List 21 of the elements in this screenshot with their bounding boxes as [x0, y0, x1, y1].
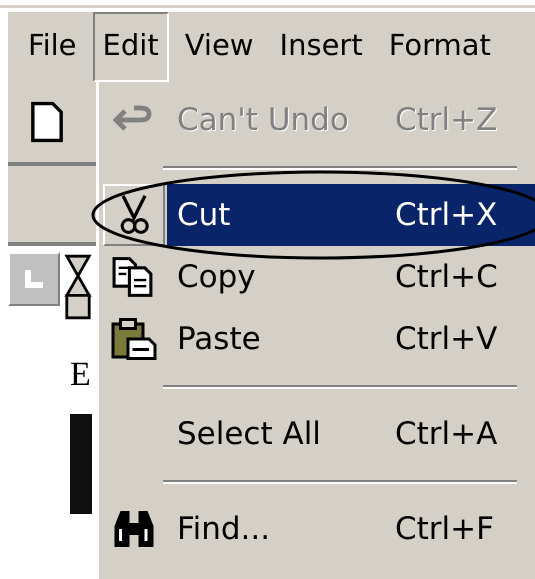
- shortcut-text: Ctrl+F: [395, 511, 494, 547]
- indent-marker-icon[interactable]: [64, 252, 92, 322]
- menu-item[interactable]: Paste Ctrl+V: [103, 308, 535, 370]
- item-label: Can't Undo: [177, 102, 350, 138]
- menu-item[interactable]: Find... Ctrl+F: [103, 498, 535, 560]
- document-text: E: [69, 356, 92, 394]
- item-label: Paste: [177, 321, 262, 357]
- menu-item[interactable]: Copy Ctrl+C: [103, 246, 535, 308]
- shortcut-text: Ctrl+A: [395, 416, 498, 452]
- item-label: Copy: [177, 259, 257, 295]
- menu-item[interactable]: Select All Ctrl+A: [103, 403, 535, 465]
- shortcut-text: Ctrl+X: [395, 197, 498, 233]
- item-label: Select All: [177, 416, 322, 452]
- shortcut-text: Ctrl+C: [395, 259, 498, 295]
- shortcut-text: Ctrl+V: [395, 321, 498, 357]
- item-label: Cut: [177, 197, 232, 233]
- shortcut-text: Ctrl+Z: [395, 102, 498, 138]
- menu-title[interactable]: Edit: [92, 12, 169, 82]
- item-label: Find...: [177, 511, 272, 547]
- clipboard-icon: [110, 317, 158, 361]
- blank-document-icon[interactable]: [30, 100, 64, 144]
